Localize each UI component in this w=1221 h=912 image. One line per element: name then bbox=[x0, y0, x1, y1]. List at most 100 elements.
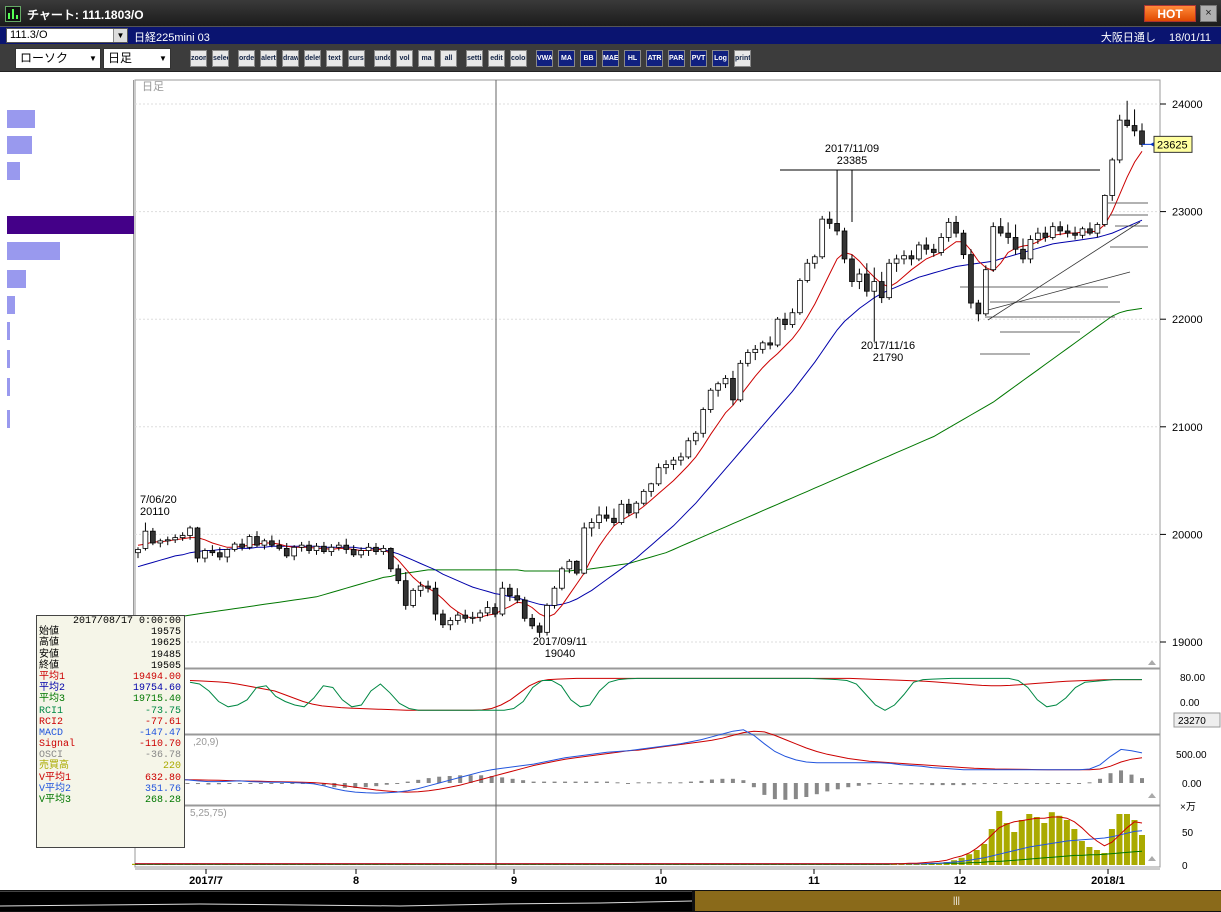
toolbar-mae-button[interactable]: MAE bbox=[602, 50, 619, 67]
osci-bar bbox=[510, 778, 515, 783]
osci-bar bbox=[426, 778, 431, 783]
scroll-grip-icon[interactable]: ||| bbox=[953, 895, 960, 905]
candle-body bbox=[804, 262, 811, 281]
candle-body bbox=[864, 273, 870, 292]
toolbar-delete-line-button[interactable]: delete-line bbox=[304, 50, 321, 67]
popup-value: -77.61 bbox=[144, 716, 181, 728]
osci-bar bbox=[216, 783, 221, 785]
candle-body bbox=[1035, 232, 1041, 240]
toolbar-print-button[interactable]: print bbox=[734, 50, 751, 67]
toolbar-ma-button[interactable]: MA bbox=[558, 50, 575, 67]
popup-row: OSCI -36.78 bbox=[37, 750, 184, 761]
candle-body bbox=[410, 589, 416, 606]
toolbar-edit-button[interactable]: edit bbox=[488, 50, 505, 67]
candle-body bbox=[425, 585, 431, 589]
close-button[interactable]: × bbox=[1200, 5, 1217, 22]
toolbar-hl-button[interactable]: HL bbox=[624, 50, 641, 67]
volume-bar bbox=[1026, 814, 1033, 865]
chart-type-select[interactable]: ローソク ▼ bbox=[15, 48, 101, 69]
volume-bar bbox=[1018, 820, 1025, 865]
toolbar-order-button[interactable]: order bbox=[238, 50, 255, 67]
candle-body bbox=[1079, 228, 1086, 236]
popup-value: 19494.00 bbox=[132, 671, 181, 683]
toolbar-zoom-button[interactable]: zoom bbox=[190, 50, 207, 67]
data-popup: 2017/08/17 0:00:00 始値 19575 高値 19625 安値 19485… bbox=[36, 615, 185, 848]
toolbar-vwap-button[interactable]: VWAP bbox=[536, 50, 553, 67]
candle-body bbox=[187, 527, 193, 536]
osci-bar bbox=[657, 782, 662, 784]
candle-body bbox=[945, 221, 952, 238]
candle-body bbox=[544, 605, 550, 633]
candle-body bbox=[194, 527, 201, 559]
toolbar-pvt-button[interactable]: PVT bbox=[690, 50, 707, 67]
toolbar-text-button[interactable]: text bbox=[326, 50, 343, 67]
chevron-down-icon[interactable]: ▼ bbox=[86, 49, 100, 68]
period-select[interactable]: 日足 ▼ bbox=[103, 48, 171, 69]
popup-row: MACD -147.47 bbox=[37, 728, 184, 739]
osci-bar bbox=[615, 782, 620, 784]
candle-body bbox=[566, 560, 573, 570]
osci-bar bbox=[405, 781, 410, 783]
popup-value: -110.70 bbox=[138, 739, 181, 751]
osci-bar bbox=[951, 783, 956, 786]
candle-body bbox=[916, 244, 922, 260]
popup-value: 268.28 bbox=[144, 795, 181, 806]
chevron-down-icon[interactable]: ▼ bbox=[156, 49, 170, 68]
popup-value: -73.75 bbox=[144, 705, 181, 717]
popup-value: 19505 bbox=[150, 660, 181, 672]
osci-bar bbox=[909, 783, 914, 785]
toolbar-para-button[interactable]: PARA bbox=[668, 50, 685, 67]
toolbar-alert-button[interactable]: alert bbox=[260, 50, 277, 67]
toolbar-draw-line-button[interactable]: draw-line bbox=[282, 50, 299, 67]
volume-bar bbox=[1123, 814, 1130, 865]
toolbar-select-button[interactable]: select bbox=[212, 50, 229, 67]
toolbar-bb-button[interactable]: BB bbox=[580, 50, 597, 67]
toolbar-cursor-button[interactable]: cursor bbox=[348, 50, 365, 67]
candle-body bbox=[507, 587, 513, 597]
volume-tick: 50 bbox=[1182, 828, 1194, 839]
toolbar-settings-button[interactable]: settings bbox=[466, 50, 483, 67]
hot-button[interactable]: HOT bbox=[1144, 5, 1196, 22]
candle-body bbox=[335, 544, 342, 548]
period-label: 日足 bbox=[142, 81, 164, 93]
macd-tick: 0.00 bbox=[1182, 779, 1202, 790]
toolbar-log-button[interactable]: Log bbox=[712, 50, 729, 67]
osci-bar bbox=[709, 779, 714, 783]
osci-bar bbox=[646, 782, 651, 784]
popup-label: OSCI bbox=[39, 750, 64, 762]
chevron-down-icon[interactable]: ▼ bbox=[113, 29, 127, 42]
toolbar-color-button[interactable]: color bbox=[510, 50, 527, 67]
candle-body bbox=[492, 607, 498, 615]
candle-body bbox=[663, 464, 669, 469]
toolbar-ma-button[interactable]: ma bbox=[418, 50, 435, 67]
candle-body bbox=[581, 527, 588, 574]
annotation-value: 20110 bbox=[140, 506, 170, 518]
scroll-overview-left[interactable] bbox=[0, 891, 693, 911]
candle-body bbox=[990, 226, 997, 271]
candle-body bbox=[209, 550, 216, 554]
candle-body bbox=[291, 546, 297, 557]
osci-bar bbox=[248, 783, 253, 784]
osci-bar bbox=[332, 783, 337, 788]
candle-body bbox=[573, 560, 580, 574]
popup-label: MACD bbox=[39, 727, 64, 739]
candle-body bbox=[447, 620, 454, 626]
candle-body bbox=[1020, 248, 1026, 260]
candle-body bbox=[224, 549, 231, 558]
code-select[interactable]: 111.3/O ▼ bbox=[6, 28, 128, 43]
osci-bar bbox=[877, 783, 882, 784]
osci-bar bbox=[972, 783, 977, 785]
osci-bar bbox=[206, 783, 211, 785]
candle-body bbox=[901, 255, 907, 260]
candle-body bbox=[640, 490, 647, 504]
toolbar-atr-button[interactable]: ATR bbox=[646, 50, 663, 67]
scroll-bar[interactable]: ||| bbox=[0, 890, 1221, 912]
osci-bar bbox=[185, 783, 190, 784]
candle-body bbox=[388, 547, 394, 570]
toolbar-undo-button[interactable]: undo bbox=[374, 50, 391, 67]
toolbar-vol-button[interactable]: vol bbox=[396, 50, 413, 67]
toolbar-all-button[interactable]: all bbox=[440, 50, 457, 67]
osci-bar bbox=[751, 783, 756, 788]
candle-body bbox=[484, 607, 491, 614]
candle-body bbox=[254, 536, 260, 546]
